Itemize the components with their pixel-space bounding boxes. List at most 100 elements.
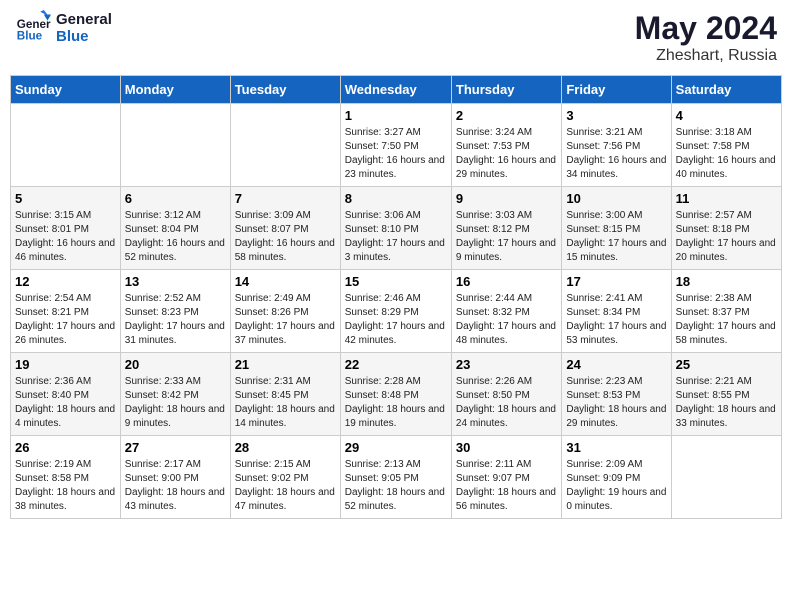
day-number: 22 [345, 357, 447, 372]
calendar-cell: 2 Sunrise: 3:24 AMSunset: 7:53 PMDayligh… [451, 104, 561, 187]
weekday-header-friday: Friday [562, 76, 671, 104]
day-detail: Sunrise: 2:21 AMSunset: 8:55 PMDaylight:… [676, 375, 777, 431]
day-detail: Sunrise: 2:49 AMSunset: 8:26 PMDaylight:… [235, 292, 336, 348]
weekday-header-sunday: Sunday [11, 76, 121, 104]
calendar-cell: 17 Sunrise: 2:41 AMSunset: 8:34 PMDaylig… [562, 270, 671, 353]
day-number: 7 [235, 191, 336, 206]
day-number: 19 [15, 357, 116, 372]
weekday-header-saturday: Saturday [671, 76, 781, 104]
day-number: 8 [345, 191, 447, 206]
day-detail: Sunrise: 2:17 AMSunset: 9:00 PMDaylight:… [125, 458, 226, 514]
day-number: 18 [676, 274, 777, 289]
calendar-cell: 26 Sunrise: 2:19 AMSunset: 8:58 PMDaylig… [11, 436, 121, 519]
day-detail: Sunrise: 2:57 AMSunset: 8:18 PMDaylight:… [676, 209, 777, 265]
day-detail: Sunrise: 2:33 AMSunset: 8:42 PMDaylight:… [125, 375, 226, 431]
calendar-cell: 27 Sunrise: 2:17 AMSunset: 9:00 PMDaylig… [120, 436, 230, 519]
day-detail: Sunrise: 2:31 AMSunset: 8:45 PMDaylight:… [235, 375, 336, 431]
logo: General Blue General Blue [15, 10, 112, 46]
calendar-cell: 12 Sunrise: 2:54 AMSunset: 8:21 PMDaylig… [11, 270, 121, 353]
calendar-cell: 24 Sunrise: 2:23 AMSunset: 8:53 PMDaylig… [562, 353, 671, 436]
calendar-cell: 7 Sunrise: 3:09 AMSunset: 8:07 PMDayligh… [230, 187, 340, 270]
calendar-week-row: 26 Sunrise: 2:19 AMSunset: 8:58 PMDaylig… [11, 436, 782, 519]
calendar-cell [120, 104, 230, 187]
calendar-cell: 31 Sunrise: 2:09 AMSunset: 9:09 PMDaylig… [562, 436, 671, 519]
day-number: 23 [456, 357, 557, 372]
day-number: 28 [235, 440, 336, 455]
calendar-cell: 4 Sunrise: 3:18 AMSunset: 7:58 PMDayligh… [671, 104, 781, 187]
day-number: 17 [566, 274, 666, 289]
day-number: 13 [125, 274, 226, 289]
day-number: 1 [345, 108, 447, 123]
day-number: 26 [15, 440, 116, 455]
weekday-header-monday: Monday [120, 76, 230, 104]
calendar-cell: 28 Sunrise: 2:15 AMSunset: 9:02 PMDaylig… [230, 436, 340, 519]
day-detail: Sunrise: 2:19 AMSunset: 8:58 PMDaylight:… [15, 458, 116, 514]
calendar-cell: 5 Sunrise: 3:15 AMSunset: 8:01 PMDayligh… [11, 187, 121, 270]
day-number: 27 [125, 440, 226, 455]
calendar-cell: 13 Sunrise: 2:52 AMSunset: 8:23 PMDaylig… [120, 270, 230, 353]
day-number: 29 [345, 440, 447, 455]
calendar-cell: 3 Sunrise: 3:21 AMSunset: 7:56 PMDayligh… [562, 104, 671, 187]
day-detail: Sunrise: 3:18 AMSunset: 7:58 PMDaylight:… [676, 126, 777, 182]
day-number: 3 [566, 108, 666, 123]
calendar-cell: 15 Sunrise: 2:46 AMSunset: 8:29 PMDaylig… [340, 270, 451, 353]
svg-text:Blue: Blue [17, 30, 43, 43]
day-detail: Sunrise: 2:26 AMSunset: 8:50 PMDaylight:… [456, 375, 557, 431]
day-number: 6 [125, 191, 226, 206]
day-detail: Sunrise: 2:11 AMSunset: 9:07 PMDaylight:… [456, 458, 557, 514]
weekday-header-thursday: Thursday [451, 76, 561, 104]
day-detail: Sunrise: 3:24 AMSunset: 7:53 PMDaylight:… [456, 126, 557, 182]
calendar-table: SundayMondayTuesdayWednesdayThursdayFrid… [10, 75, 782, 519]
day-detail: Sunrise: 2:23 AMSunset: 8:53 PMDaylight:… [566, 375, 666, 431]
day-detail: Sunrise: 2:09 AMSunset: 9:09 PMDaylight:… [566, 458, 666, 514]
day-detail: Sunrise: 3:03 AMSunset: 8:12 PMDaylight:… [456, 209, 557, 265]
day-number: 12 [15, 274, 116, 289]
calendar-cell: 21 Sunrise: 2:31 AMSunset: 8:45 PMDaylig… [230, 353, 340, 436]
day-number: 15 [345, 274, 447, 289]
day-number: 20 [125, 357, 226, 372]
weekday-header-tuesday: Tuesday [230, 76, 340, 104]
calendar-cell [11, 104, 121, 187]
day-number: 25 [676, 357, 777, 372]
calendar-cell [671, 436, 781, 519]
day-detail: Sunrise: 3:12 AMSunset: 8:04 PMDaylight:… [125, 209, 226, 265]
calendar-week-row: 12 Sunrise: 2:54 AMSunset: 8:21 PMDaylig… [11, 270, 782, 353]
day-number: 16 [456, 274, 557, 289]
day-number: 9 [456, 191, 557, 206]
calendar-cell: 8 Sunrise: 3:06 AMSunset: 8:10 PMDayligh… [340, 187, 451, 270]
calendar-header-row: SundayMondayTuesdayWednesdayThursdayFrid… [11, 76, 782, 104]
calendar-cell: 30 Sunrise: 2:11 AMSunset: 9:07 PMDaylig… [451, 436, 561, 519]
day-detail: Sunrise: 2:38 AMSunset: 8:37 PMDaylight:… [676, 292, 777, 348]
day-detail: Sunrise: 2:46 AMSunset: 8:29 PMDaylight:… [345, 292, 447, 348]
day-detail: Sunrise: 3:06 AMSunset: 8:10 PMDaylight:… [345, 209, 447, 265]
calendar-week-row: 19 Sunrise: 2:36 AMSunset: 8:40 PMDaylig… [11, 353, 782, 436]
day-detail: Sunrise: 2:44 AMSunset: 8:32 PMDaylight:… [456, 292, 557, 348]
weekday-header-wednesday: Wednesday [340, 76, 451, 104]
calendar-cell: 22 Sunrise: 2:28 AMSunset: 8:48 PMDaylig… [340, 353, 451, 436]
calendar-cell: 1 Sunrise: 3:27 AMSunset: 7:50 PMDayligh… [340, 104, 451, 187]
calendar-cell: 23 Sunrise: 2:26 AMSunset: 8:50 PMDaylig… [451, 353, 561, 436]
calendar-cell: 25 Sunrise: 2:21 AMSunset: 8:55 PMDaylig… [671, 353, 781, 436]
day-detail: Sunrise: 2:15 AMSunset: 9:02 PMDaylight:… [235, 458, 336, 514]
title-block: May 2024 Zheshart, Russia [635, 10, 777, 65]
day-number: 10 [566, 191, 666, 206]
calendar-cell: 6 Sunrise: 3:12 AMSunset: 8:04 PMDayligh… [120, 187, 230, 270]
calendar-week-row: 5 Sunrise: 3:15 AMSunset: 8:01 PMDayligh… [11, 187, 782, 270]
day-detail: Sunrise: 3:00 AMSunset: 8:15 PMDaylight:… [566, 209, 666, 265]
calendar-cell: 16 Sunrise: 2:44 AMSunset: 8:32 PMDaylig… [451, 270, 561, 353]
calendar-cell: 10 Sunrise: 3:00 AMSunset: 8:15 PMDaylig… [562, 187, 671, 270]
day-detail: Sunrise: 2:54 AMSunset: 8:21 PMDaylight:… [15, 292, 116, 348]
day-number: 5 [15, 191, 116, 206]
calendar-cell: 18 Sunrise: 2:38 AMSunset: 8:37 PMDaylig… [671, 270, 781, 353]
day-number: 31 [566, 440, 666, 455]
calendar-week-row: 1 Sunrise: 3:27 AMSunset: 7:50 PMDayligh… [11, 104, 782, 187]
day-detail: Sunrise: 2:41 AMSunset: 8:34 PMDaylight:… [566, 292, 666, 348]
logo-text-line1: General [56, 11, 112, 28]
logo-text-line2: Blue [56, 28, 112, 45]
location: Zheshart, Russia [635, 47, 777, 65]
day-number: 2 [456, 108, 557, 123]
day-number: 4 [676, 108, 777, 123]
day-number: 14 [235, 274, 336, 289]
day-number: 11 [676, 191, 777, 206]
day-number: 30 [456, 440, 557, 455]
